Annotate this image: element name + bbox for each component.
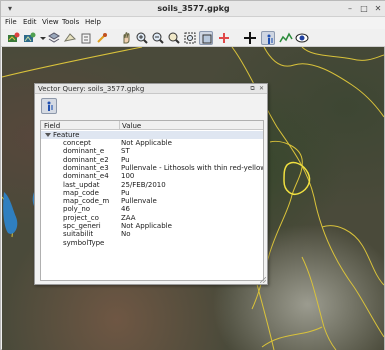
app-window: ▾ soils_3577.gpkg – □ ✕ File Edit View T…: [0, 0, 385, 350]
field-value: Pu: [121, 155, 130, 164]
add-layer-icon[interactable]: [6, 31, 20, 45]
field-value: 25/FEB/2010: [121, 180, 166, 189]
dropdown-arrow-icon[interactable]: [36, 31, 46, 45]
float-dialog-icon[interactable]: ⧉: [249, 85, 256, 92]
column-divider[interactable]: [119, 121, 120, 130]
table-row[interactable]: dominant_e4 100: [41, 172, 263, 180]
table-row[interactable]: symbolType: [41, 239, 263, 247]
table-row[interactable]: suitabilit No: [41, 230, 263, 238]
field-name: dominant_e2: [63, 155, 109, 164]
results-header: Field Value: [41, 121, 263, 130]
profile-icon[interactable]: [279, 31, 293, 45]
query-tool-button[interactable]: [41, 98, 57, 114]
resize-grip-icon[interactable]: [260, 277, 266, 283]
dialog-title: Vector Query: soils_3577.gpkg: [38, 85, 145, 93]
field-name: last_updat: [63, 180, 100, 189]
table-row[interactable]: last_updat 25/FEB/2010: [41, 181, 263, 189]
minimize-icon[interactable]: –: [345, 4, 355, 14]
add-raster-icon[interactable]: [22, 31, 36, 45]
field-name: dominant_e3: [63, 163, 109, 172]
column-header-value[interactable]: Value: [122, 122, 141, 130]
zoom-selection-icon[interactable]: [199, 31, 213, 45]
table-row[interactable]: map_code_m Pullenvale: [41, 197, 263, 205]
eye-icon[interactable]: [295, 31, 309, 45]
field-value: ST: [121, 147, 130, 156]
menu-help[interactable]: Help: [85, 18, 101, 26]
field-name: project_co: [63, 213, 99, 222]
field-name: map_code: [63, 188, 99, 197]
table-row[interactable]: concept Not Applicable: [41, 139, 263, 147]
field-name: symbolType: [63, 238, 105, 247]
feature-node[interactable]: Feature: [41, 131, 263, 139]
field-name: dominant_e4: [63, 172, 109, 181]
table-row[interactable]: dominant_e2 Pu: [41, 156, 263, 164]
crosshair-icon[interactable]: [243, 31, 257, 45]
field-name: suitabilit: [63, 230, 94, 239]
clear-icon[interactable]: [217, 31, 231, 45]
dialog-title-bar[interactable]: Vector Query: soils_3577.gpkg ⧉ ✕: [35, 84, 267, 94]
identify-icon: [47, 101, 53, 111]
title-bar: ▾ soils_3577.gpkg – □ ✕: [1, 1, 385, 17]
feature-label: Feature: [53, 131, 80, 139]
field-name: spc_generi: [63, 222, 101, 230]
field-value: Pu: [121, 188, 130, 197]
field-value: Not Applicable: [121, 222, 172, 230]
field-name: dominant_e: [63, 147, 105, 156]
field-value: ZAA: [121, 213, 136, 222]
zoom-in-icon[interactable]: [135, 31, 149, 45]
layer-properties-icon[interactable]: [79, 31, 93, 45]
zoom-full-icon[interactable]: [183, 31, 197, 45]
vector-query-dialog: Vector Query: soils_3577.gpkg ⧉ ✕ Field …: [34, 83, 268, 285]
query-results-tree[interactable]: Field Value Feature concept Not Applicabl…: [40, 120, 264, 281]
close-dialog-icon[interactable]: ✕: [258, 85, 265, 92]
table-row[interactable]: dominant_e ST: [41, 147, 263, 155]
table-row[interactable]: dominant_e3 Pullenvale - Lithosols with t…: [41, 164, 263, 172]
selected-polygon[interactable]: [283, 161, 311, 195]
field-value: 100: [121, 172, 135, 181]
column-header-field[interactable]: Field: [44, 122, 60, 130]
polygon-boundary: [2, 47, 143, 78]
field-name: map_code_m: [63, 197, 110, 206]
window-title: soils_3577.gpkg: [157, 4, 230, 13]
maximize-icon[interactable]: □: [359, 4, 369, 14]
menu-view[interactable]: View: [42, 18, 59, 26]
field-value: No: [121, 230, 131, 239]
field-name: concept: [63, 139, 91, 147]
menu-tools[interactable]: Tools: [62, 18, 79, 26]
polygon-boundary: [301, 47, 384, 61]
menu-bar: File Edit View Tools Help: [1, 17, 385, 29]
field-value: Pullenvale: [121, 197, 157, 206]
menu-edit[interactable]: Edit: [23, 18, 37, 26]
field-value: Not Applicable: [121, 139, 172, 147]
close-icon[interactable]: ✕: [373, 4, 383, 14]
table-row[interactable]: poly_no 46: [41, 205, 263, 213]
polygon-boundary: [321, 225, 384, 286]
zoom-layer-icon[interactable]: [167, 31, 181, 45]
table-row[interactable]: map_code Pu: [41, 189, 263, 197]
table-row[interactable]: spc_generi Not Applicable: [41, 222, 263, 230]
table-row[interactable]: project_co ZAA: [41, 214, 263, 222]
field-name: poly_no: [63, 205, 91, 214]
field-value: Pullenvale - Lithosols with thin red-yel…: [121, 163, 264, 172]
polygon-boundary: [263, 47, 384, 118]
expand-arrow-icon[interactable]: [45, 133, 51, 137]
field-value: 46: [121, 205, 130, 214]
layers-icon[interactable]: [47, 31, 61, 45]
toolbar: [1, 29, 385, 47]
vector-icon[interactable]: [63, 31, 77, 45]
zoom-out-icon[interactable]: [151, 31, 165, 45]
menu-file[interactable]: File: [5, 18, 17, 26]
water-body: [3, 192, 18, 234]
polygon-boundary: [301, 256, 337, 350]
brush-icon[interactable]: [95, 31, 109, 45]
identify-icon[interactable]: [261, 31, 275, 45]
pan-icon[interactable]: [119, 31, 133, 45]
